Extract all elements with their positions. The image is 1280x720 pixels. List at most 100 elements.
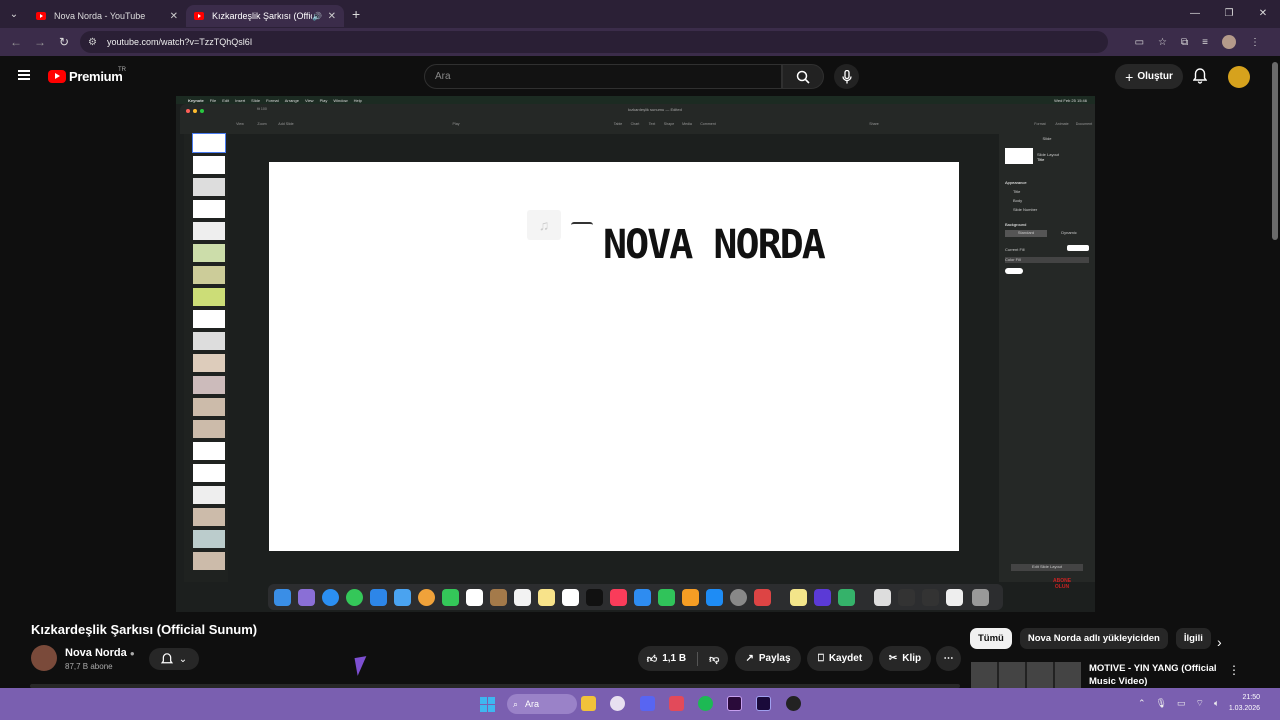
launchpad-icon bbox=[298, 589, 315, 606]
tab-nova-norda[interactable]: Nova Norda - YouTube ✕ bbox=[28, 5, 186, 27]
obs-icon[interactable] bbox=[786, 696, 801, 711]
premiere-icon[interactable] bbox=[727, 696, 742, 711]
share-button[interactable]: ↗ Paylaş bbox=[735, 646, 801, 671]
channel-avatar[interactable] bbox=[31, 645, 57, 671]
taskbar-clock[interactable]: 21:50 1.03.2026 bbox=[1229, 692, 1260, 714]
minimize-icon[interactable]: — bbox=[1178, 0, 1212, 28]
clip-label: Klip bbox=[902, 653, 922, 664]
notifications-bell-icon[interactable] bbox=[1193, 68, 1207, 84]
notes-icon bbox=[538, 589, 555, 606]
file-explorer-icon[interactable] bbox=[581, 696, 596, 711]
menu-format: Format bbox=[266, 97, 279, 103]
site-info-icon[interactable]: ⚙ bbox=[88, 37, 97, 48]
search-button[interactable] bbox=[782, 64, 824, 89]
tb-shape: Shape bbox=[663, 122, 675, 126]
calendar-icon bbox=[466, 589, 483, 606]
chip-related[interactable]: İlgili bbox=[1175, 628, 1211, 649]
network-icon[interactable]: ⌔ bbox=[1196, 698, 1204, 709]
video-title: Kızkardeşlik Şarkısı (Official Sunum) bbox=[31, 622, 258, 637]
system-tray: ⌃ 🎙︎ ▭ ⌔ 🔈︎ bbox=[1138, 698, 1219, 709]
discord-icon[interactable] bbox=[640, 696, 655, 711]
tab-video[interactable]: Kızkardeşlik Şarkısı (Official 🔊 ✕ bbox=[186, 5, 344, 27]
menu-help: Help bbox=[353, 97, 362, 103]
subscription-bell-button[interactable]: ⌄ bbox=[149, 648, 199, 670]
channel-name[interactable]: Nova Norda ● bbox=[65, 647, 135, 659]
slide-thumbnail bbox=[193, 266, 225, 284]
slide-thumbnail bbox=[193, 222, 225, 240]
maps-icon bbox=[394, 589, 411, 606]
profile-avatar[interactable] bbox=[1222, 35, 1236, 49]
music-icon bbox=[610, 589, 627, 606]
subscriber-count: 87,7 B abone bbox=[65, 662, 113, 671]
menu-insert: Insert bbox=[235, 97, 246, 103]
new-tab-icon[interactable]: + bbox=[352, 6, 360, 22]
display-tray-icon[interactable]: ▭ bbox=[1177, 698, 1186, 709]
chip-all[interactable]: Tümü bbox=[970, 628, 1012, 649]
windows-start-icon[interactable] bbox=[480, 697, 495, 712]
search-icon bbox=[796, 70, 810, 84]
close-tab-icon[interactable]: ✕ bbox=[328, 11, 336, 22]
recommendation-menu-icon[interactable]: ⋮ bbox=[1228, 663, 1240, 677]
color-well bbox=[1005, 268, 1023, 274]
url-field[interactable]: ⚙ youtube.com/watch?v=TzzTQhQsl6I bbox=[80, 31, 1108, 53]
slide-navigator bbox=[184, 133, 228, 582]
keynote-toolbar: kızkardeşlik sunumu — Edited View fit 10… bbox=[180, 104, 1095, 134]
after-effects-icon[interactable] bbox=[756, 696, 771, 711]
voice-search-button[interactable] bbox=[834, 64, 859, 89]
slide-thumbnail bbox=[193, 178, 225, 196]
more-actions-button[interactable]: ⋯ bbox=[936, 646, 961, 671]
pages-icon bbox=[682, 589, 699, 606]
like-count: 1,1 B bbox=[662, 653, 687, 664]
page-scrollbar[interactable] bbox=[1272, 62, 1278, 240]
layout-value: Title bbox=[1037, 157, 1045, 162]
browser-tabbar: ⌄ Nova Norda - YouTube ✕ Kızkardeşlik Şa… bbox=[0, 0, 1280, 28]
inspector-header: Slide bbox=[1042, 136, 1052, 141]
close-window-icon[interactable]: ✕ bbox=[1246, 0, 1280, 28]
save-button[interactable]: ⎕ Kaydet bbox=[807, 646, 873, 671]
current-fill-label: Current Fill bbox=[1005, 247, 1025, 252]
forward-icon[interactable]: → bbox=[28, 35, 52, 49]
tray-chevron-icon[interactable]: ⌃ bbox=[1138, 698, 1146, 709]
taskbar-search[interactable]: ⌕ Ara bbox=[507, 694, 577, 714]
tab-search-chevron-icon[interactable]: ⌄ bbox=[0, 0, 28, 28]
cast-icon[interactable]: ▭ bbox=[1135, 37, 1144, 48]
create-button[interactable]: + Oluştur bbox=[1115, 64, 1183, 89]
slide-canvas: ♫ NOVA NORDA bbox=[269, 162, 959, 551]
recommendation-chips: Tümü Nova Norda adlı yükleyiciden İlgili bbox=[970, 628, 1211, 649]
subscribe-watermark: ABONE OLUN bbox=[1052, 578, 1072, 590]
recommendation-thumbnail[interactable] bbox=[971, 662, 1081, 689]
restore-icon[interactable]: ❐ bbox=[1212, 0, 1246, 28]
spotify-icon[interactable] bbox=[698, 696, 713, 711]
account-avatar[interactable] bbox=[1228, 66, 1250, 88]
close-tab-icon[interactable]: ✕ bbox=[170, 11, 178, 22]
recommendation-title[interactable]: MOTIVE - YIN YANG (Official Music Video) bbox=[1089, 662, 1219, 688]
search-input[interactable]: Ara bbox=[424, 64, 782, 89]
menu-window: Window bbox=[333, 97, 348, 103]
back-icon[interactable]: ← bbox=[4, 35, 28, 49]
chips-next-icon[interactable]: › bbox=[1217, 634, 1222, 650]
bookmark-star-icon[interactable]: ☆ bbox=[1158, 37, 1167, 48]
appearance-label: Appearance bbox=[1005, 180, 1027, 185]
bell-icon bbox=[160, 652, 173, 663]
slide-thumbnail bbox=[193, 552, 225, 570]
chrome-icon[interactable] bbox=[610, 696, 625, 711]
reading-list-icon[interactable]: ≡ bbox=[1202, 37, 1208, 48]
taskbar-search-label: Ara bbox=[525, 699, 540, 709]
folder-icon bbox=[898, 589, 915, 606]
browser-menu-icon[interactable]: ⋮ bbox=[1250, 37, 1260, 48]
reload-icon[interactable]: ↻ bbox=[52, 35, 76, 49]
tb-format: Format bbox=[1034, 122, 1046, 126]
clip-button[interactable]: ✂ Klip bbox=[879, 646, 931, 671]
video-player[interactable]: Keynote File Edit Insert Slide Format Ar… bbox=[176, 96, 1095, 612]
extensions-icon[interactable]: ⧉ bbox=[1181, 37, 1188, 48]
mic-tray-icon[interactable]: 🎙︎ bbox=[1156, 698, 1167, 709]
dislike-button[interactable]: 👎︎ bbox=[709, 653, 719, 665]
valorant-icon[interactable] bbox=[669, 696, 684, 711]
menu-icon[interactable] bbox=[18, 70, 30, 80]
youtube-logo[interactable]: Premium TR bbox=[48, 67, 126, 84]
like-button[interactable]: 👍︎ 1,1 B bbox=[647, 653, 686, 665]
chip-from-uploader[interactable]: Nova Norda adlı yükleyiciden bbox=[1019, 628, 1168, 649]
volume-icon[interactable]: 🔈︎ bbox=[1214, 698, 1219, 709]
speaker-icon[interactable]: 🔊 bbox=[312, 12, 322, 21]
stickies-icon bbox=[790, 589, 807, 606]
